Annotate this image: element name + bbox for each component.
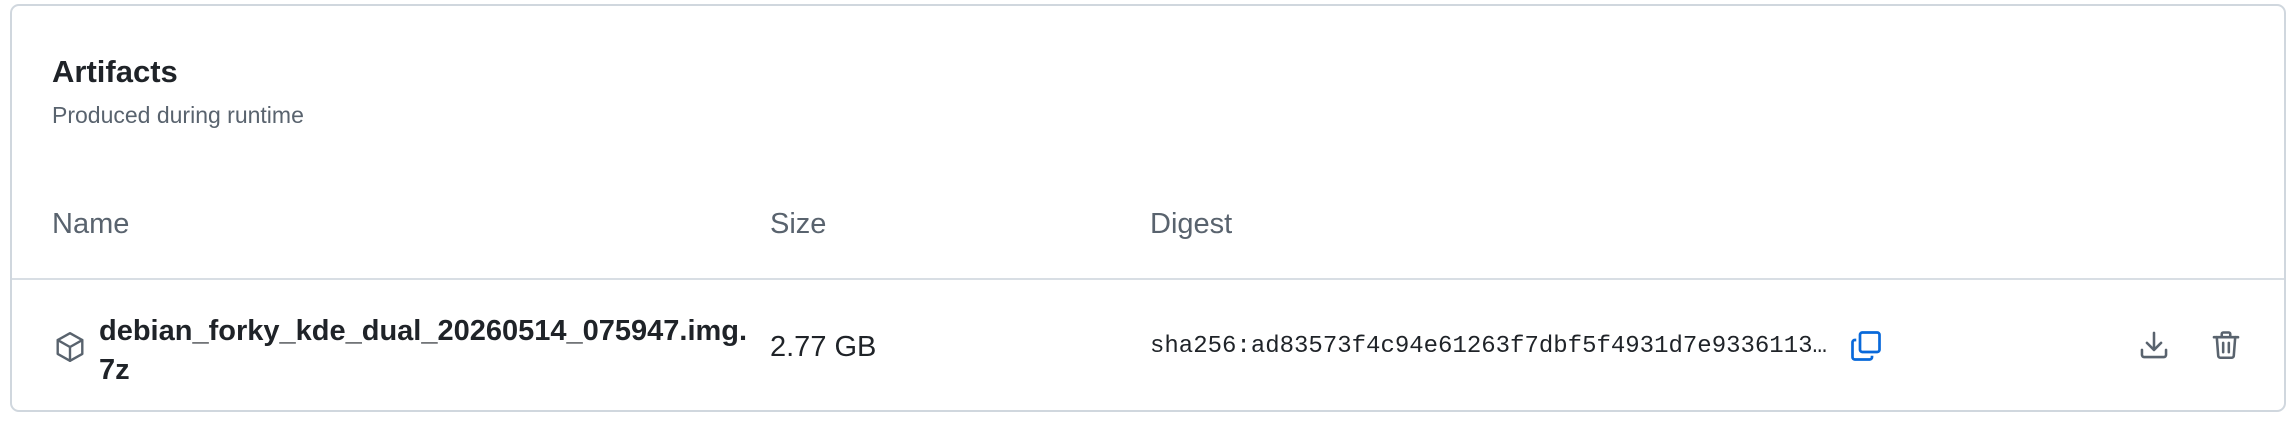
trash-icon bbox=[2209, 328, 2243, 367]
download-button[interactable] bbox=[2132, 325, 2176, 369]
artifacts-header: Artifacts Produced during runtime bbox=[12, 6, 2284, 146]
column-header-digest[interactable]: Digest bbox=[1150, 204, 1232, 244]
artifact-name[interactable]: debian_forky_kde_dual_20260514_075947.im… bbox=[99, 312, 759, 390]
delete-button[interactable] bbox=[2204, 325, 2248, 369]
package-icon bbox=[52, 329, 88, 365]
artifacts-subtitle: Produced during runtime bbox=[52, 102, 304, 128]
download-icon bbox=[2137, 328, 2171, 367]
column-header-size[interactable]: Size bbox=[770, 204, 826, 244]
copy-digest-button[interactable] bbox=[1844, 326, 1888, 370]
artifact-digest: sha256:ad83573f4c94e61263f7dbf5f4931d7e9… bbox=[1150, 333, 1827, 360]
table-header: Name Size Digest bbox=[12, 186, 2284, 280]
artifacts-card: Artifacts Produced during runtime Name S… bbox=[10, 4, 2286, 412]
artifact-size: 2.77 GB bbox=[770, 331, 877, 363]
column-header-name[interactable]: Name bbox=[52, 204, 129, 244]
copy-icon bbox=[1848, 328, 1884, 369]
artifacts-title: Artifacts bbox=[52, 54, 178, 89]
table-row: debian_forky_kde_dual_20260514_075947.im… bbox=[12, 282, 2284, 410]
